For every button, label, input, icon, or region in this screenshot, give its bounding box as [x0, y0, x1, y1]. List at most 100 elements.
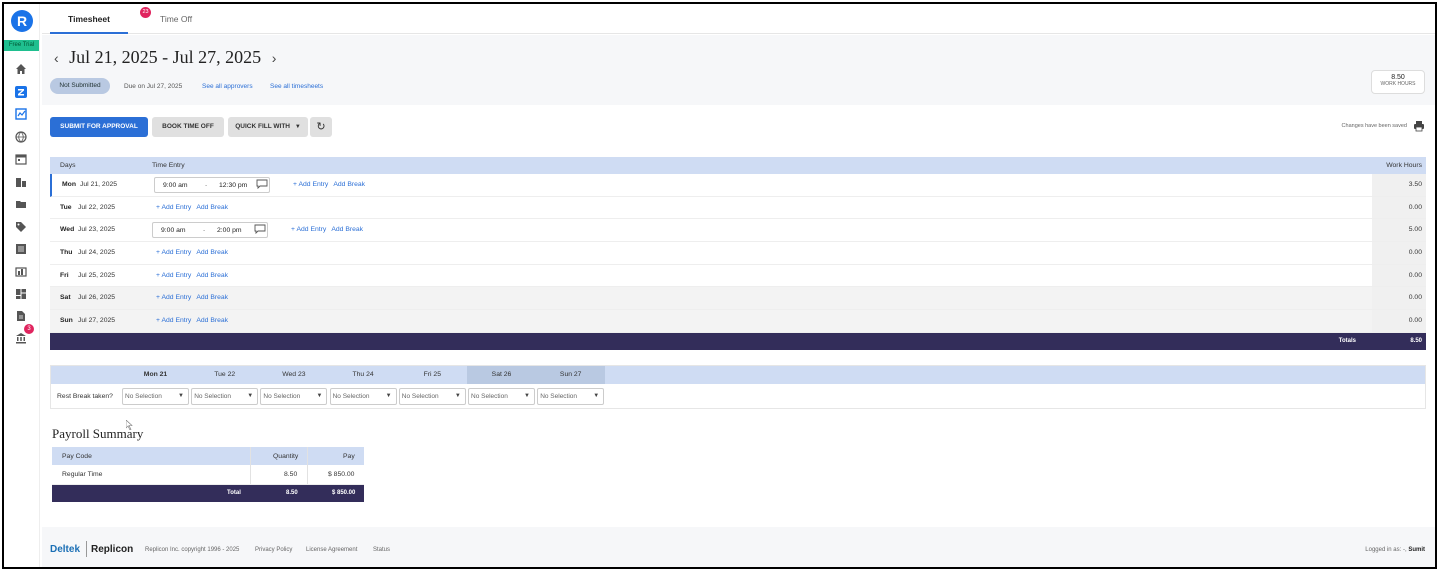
- comment-icon[interactable]: [256, 179, 268, 190]
- privacy-policy-link[interactable]: Privacy Policy: [255, 547, 292, 553]
- add-entry-link[interactable]: + Add Entry: [156, 317, 191, 324]
- totals-value: 8.50: [1410, 337, 1422, 344]
- add-entry-link[interactable]: + Add Entry: [156, 294, 191, 301]
- list-icon[interactable]: [14, 242, 28, 256]
- work-hours-label: WORK HOURS: [1380, 81, 1416, 87]
- work-hours-value: 0.00: [1408, 271, 1422, 279]
- globe-icon[interactable]: [14, 130, 28, 144]
- dashboard-icon[interactable]: [14, 287, 28, 301]
- buildings-icon[interactable]: [14, 175, 28, 189]
- tab-timesheet[interactable]: Timesheet: [50, 4, 128, 34]
- rest-break-day-header: Sun 27: [536, 366, 606, 384]
- time-separator: -: [205, 182, 208, 189]
- book-time-off-button[interactable]: BOOK TIME OFF: [152, 117, 224, 137]
- day-name: Wed: [60, 226, 75, 234]
- home-icon[interactable]: [14, 62, 28, 76]
- replicon-logo[interactable]: R: [11, 10, 33, 32]
- rest-break-select[interactable]: No Selection ▼: [468, 388, 535, 405]
- payroll-total-pay: $ 850.00: [332, 490, 356, 496]
- see-all-approvers-link[interactable]: See all approvers: [202, 83, 253, 90]
- add-break-link[interactable]: Add Break: [196, 249, 228, 256]
- license-agreement-link[interactable]: License Agreement: [306, 547, 357, 553]
- add-break-link[interactable]: Add Break: [196, 294, 228, 301]
- start-time[interactable]: 9:00 am: [163, 182, 188, 189]
- deltek-logo: Deltek: [50, 544, 81, 555]
- folder-icon[interactable]: [14, 197, 28, 211]
- rest-break-select[interactable]: No Selection ▼: [260, 388, 328, 405]
- timesheet-nav-icon[interactable]: [14, 107, 28, 121]
- rest-break-select[interactable]: No Selection ▼: [537, 388, 605, 405]
- rest-break-select[interactable]: No Selection ▼: [398, 388, 466, 405]
- next-period-button[interactable]: ›: [272, 50, 277, 66]
- start-time[interactable]: 9:00 am: [161, 227, 186, 234]
- document-icon[interactable]: [14, 309, 28, 323]
- work-hours-value: 0.00: [1408, 294, 1422, 302]
- day-name: Tue: [60, 203, 72, 211]
- rest-break-select-value: No Selection: [332, 393, 370, 400]
- refresh-button[interactable]: ↻: [310, 117, 332, 137]
- submit-for-approval-button[interactable]: SUBMIT FOR APPROVAL: [50, 117, 148, 137]
- end-time[interactable]: 2:00 pm: [217, 227, 242, 234]
- see-all-timesheets-link[interactable]: See all timesheets: [270, 83, 323, 90]
- add-break-link[interactable]: Add Break: [196, 272, 228, 279]
- notification-badge: 3: [24, 324, 34, 334]
- add-break-link[interactable]: Add Break: [333, 181, 365, 188]
- add-break-link[interactable]: Add Break: [196, 317, 228, 324]
- z-app-icon[interactable]: [14, 85, 28, 99]
- rest-break-select-value: No Selection: [125, 393, 162, 400]
- rest-break-day-header: Wed 23: [282, 371, 306, 378]
- comment-icon[interactable]: [254, 224, 266, 235]
- work-hours-value: 5.00: [1408, 226, 1422, 234]
- totals-label: Totals: [1338, 337, 1356, 344]
- tag-icon[interactable]: [14, 220, 28, 234]
- copyright-text: Replicon Inc. copyright 1996 - 2025: [145, 547, 240, 553]
- entry-actions: + Add Entry Add Break: [293, 181, 370, 188]
- toolbar: SUBMIT FOR APPROVAL BOOK TIME OFF QUICK …: [42, 105, 1435, 145]
- work-hours-value: 0.00: [1408, 317, 1422, 325]
- work-hours-cell: 5.00: [1372, 219, 1426, 242]
- logged-in-label: Logged in as: -,: [1365, 547, 1407, 553]
- quick-fill-button[interactable]: QUICK FILL WITH ▼: [228, 117, 308, 137]
- report-icon[interactable]: [14, 265, 28, 279]
- day-row-wed: Wed Jul 23, 2025 9:00 am - 2:00 pm + Add Entr…: [50, 219, 1426, 243]
- work-hours-cell: 0.00: [1372, 287, 1426, 310]
- add-entry-link[interactable]: + Add Entry: [293, 181, 328, 188]
- payroll-total-label: Total: [227, 490, 241, 496]
- time-separator: -: [203, 227, 206, 235]
- rest-break-select[interactable]: No Selection ▼: [329, 388, 397, 405]
- rest-break-select-value: No Selection: [401, 393, 439, 400]
- day-name: Fri: [60, 271, 69, 279]
- payroll-summary-title: Payroll Summary: [52, 426, 144, 441]
- timesheet-content: Days Time Entry Work Hours Mon Jul 21, 20…: [42, 145, 1435, 527]
- calendar-icon[interactable]: [14, 152, 28, 166]
- day-row-tue: Tue Jul 22, 2025 + Add Entry Add Break 0.00: [50, 196, 1426, 220]
- status-badge: Not Submitted: [50, 78, 110, 94]
- payroll-total-row: Total 8.50 $ 850.00: [52, 485, 364, 502]
- end-time[interactable]: 12:30 pm: [219, 182, 247, 189]
- prev-period-button[interactable]: ‹: [54, 50, 59, 66]
- left-nav: R Free Trial 3: [4, 4, 40, 567]
- chevron-down-icon: ▼: [385, 393, 392, 399]
- tab-time-off[interactable]: Time Off: [138, 4, 214, 34]
- status-link[interactable]: Status: [373, 547, 390, 553]
- add-break-link[interactable]: Add Break: [196, 204, 228, 211]
- pay-code-cell: Regular Time: [62, 471, 103, 478]
- entry-actions: + Add Entry Add Break: [156, 249, 233, 256]
- rest-break-select[interactable]: No Selection ▼: [191, 388, 259, 405]
- entry-actions: + Add Entry Add Break: [291, 226, 368, 233]
- rest-break-select-value: No Selection: [471, 393, 508, 400]
- day-name: Mon: [62, 181, 76, 188]
- time-entry-field[interactable]: 9:00 am - 12:30 pm: [154, 177, 270, 193]
- col-pay-code: Pay Code: [62, 453, 92, 460]
- add-entry-link[interactable]: + Add Entry: [156, 272, 191, 279]
- entry-actions: + Add Entry Add Break: [156, 272, 233, 279]
- print-icon[interactable]: [1413, 120, 1425, 132]
- time-entry-field[interactable]: 9:00 am - 2:00 pm: [152, 222, 268, 239]
- add-entry-link[interactable]: + Add Entry: [291, 226, 326, 233]
- logged-in-text: Logged in as: -, Sumit: [1365, 547, 1425, 553]
- add-entry-link[interactable]: + Add Entry: [156, 204, 191, 211]
- add-entry-link[interactable]: + Add Entry: [156, 249, 191, 256]
- rest-break-select-value: No Selection: [194, 393, 232, 400]
- rest-break-select[interactable]: No Selection ▼: [122, 388, 189, 405]
- add-break-link[interactable]: Add Break: [331, 226, 363, 233]
